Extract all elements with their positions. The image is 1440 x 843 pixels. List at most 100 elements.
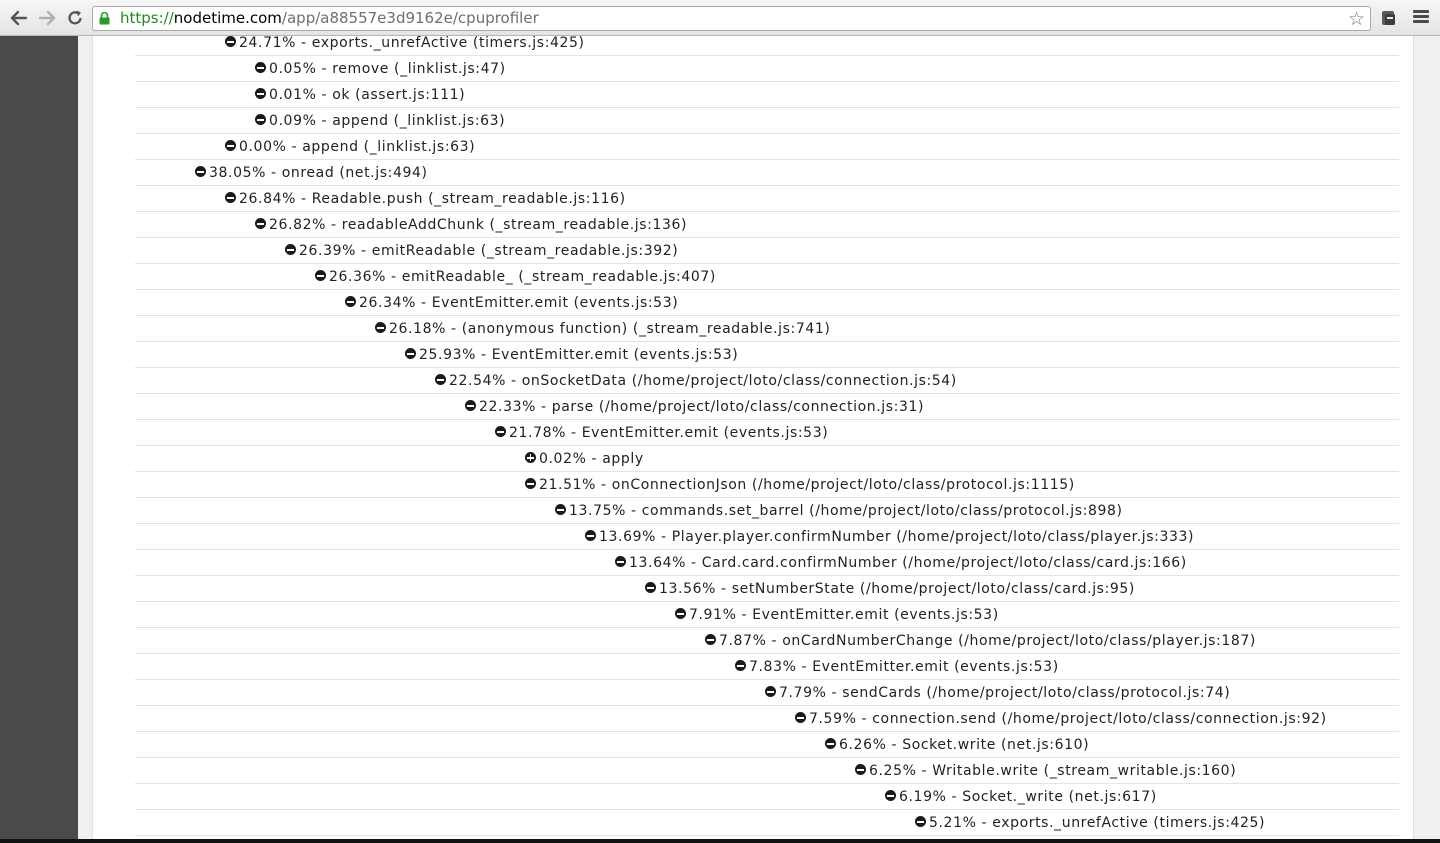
expand-toggle-icon[interactable] (525, 452, 536, 463)
tree-row: 7.79% - sendCards (/home/project/loto/cl… (135, 680, 1399, 706)
tree-row-label[interactable]: 13.56% - setNumberState (/home/project/l… (659, 580, 1135, 598)
tree-row-label[interactable]: 7.91% - EventEmitter.emit (events.js:53) (689, 606, 999, 624)
tree-row-label[interactable]: 38.05% - onread (net.js:494) (209, 164, 428, 182)
collapse-toggle-icon[interactable] (255, 88, 266, 99)
collapse-toggle-icon[interactable] (795, 712, 806, 723)
forward-arrow-icon[interactable] (36, 6, 58, 30)
url-scheme: https:// (120, 9, 174, 27)
tree-row: 6.19% - Socket._write (net.js:617) (135, 784, 1399, 810)
tree-row-label[interactable]: 24.71% - exports._unrefActive (timers.js… (239, 36, 585, 52)
collapse-toggle-icon[interactable] (255, 62, 266, 73)
back-arrow-icon[interactable] (8, 6, 30, 30)
collapse-toggle-icon[interactable] (195, 166, 206, 177)
tree-row-label[interactable]: 26.36% - emitReadable_ (_stream_readable… (329, 268, 716, 286)
collapse-toggle-icon[interactable] (315, 270, 326, 281)
tree-row: 25.93% - EventEmitter.emit (events.js:53… (135, 342, 1399, 368)
menu-icon[interactable] (1413, 10, 1429, 26)
tree-row-label[interactable]: 22.54% - onSocketData (/home/project/lot… (449, 372, 957, 390)
tree-row: 7.87% - onCardNumberChange (/home/projec… (135, 628, 1399, 654)
url-path: /app/a88557e3d9162e/cpuprofiler (281, 9, 539, 27)
collapse-toggle-icon[interactable] (705, 634, 716, 645)
tree-row-label[interactable]: 7.87% - onCardNumberChange (/home/projec… (719, 632, 1256, 650)
tree-row-label[interactable]: 26.84% - Readable.push (_stream_readable… (239, 190, 626, 208)
collapse-toggle-icon[interactable] (645, 582, 656, 593)
tree-row: 0.05% - remove (_linklist.js:47) (135, 56, 1399, 82)
cpu-profile-tree: 24.71% - exports._unrefActive (timers.js… (135, 36, 1399, 839)
tree-row-label[interactable]: 0.00% - append (_linklist.js:63) (239, 138, 475, 156)
tree-row: 21.78% - EventEmitter.emit (events.js:53… (135, 420, 1399, 446)
tree-row: 6.25% - Writable.write (_stream_writable… (135, 758, 1399, 784)
tree-row-label[interactable]: 26.18% - (anonymous function) (_stream_r… (389, 320, 830, 338)
address-bar[interactable]: https://nodetime.com/app/a88557e3d9162e/… (92, 6, 1371, 31)
collapse-toggle-icon[interactable] (525, 478, 536, 489)
collapse-toggle-icon[interactable] (225, 36, 236, 47)
tree-row: 6.26% - Socket.write (net.js:610) (135, 732, 1399, 758)
tree-row-label[interactable]: 7.59% - connection.send (/home/project/l… (809, 710, 1327, 728)
tree-row-label[interactable]: 26.82% - readableAddChunk (_stream_reada… (269, 216, 687, 234)
profiler-panel: 24.71% - exports._unrefActive (timers.js… (92, 36, 1414, 839)
collapse-toggle-icon[interactable] (225, 192, 236, 203)
tree-row-label[interactable]: 13.69% - Player.player.confirmNumber (/h… (599, 528, 1194, 546)
browser-window: https://nodetime.com/app/a88557e3d9162e/… (0, 0, 1440, 843)
tree-row: 26.84% - Readable.push (_stream_readable… (135, 186, 1399, 212)
collapse-toggle-icon[interactable] (345, 296, 356, 307)
tree-row-label[interactable]: 5.21% - exports._unrefActive (timers.js:… (929, 814, 1265, 832)
tree-row-label[interactable]: 7.79% - sendCards (/home/project/loto/cl… (779, 684, 1230, 702)
collapse-toggle-icon[interactable] (885, 790, 896, 801)
tree-row: 22.33% - parse (/home/project/loto/class… (135, 394, 1399, 420)
collapse-toggle-icon[interactable] (255, 114, 266, 125)
collapse-toggle-icon[interactable] (405, 348, 416, 359)
page-content: 24.71% - exports._unrefActive (timers.js… (78, 36, 1440, 839)
tree-row-label[interactable]: 13.75% - commands.set_barrel (/home/proj… (569, 502, 1123, 520)
tree-row: 26.39% - emitReadable (_stream_readable.… (135, 238, 1399, 264)
page-viewport[interactable]: 24.71% - exports._unrefActive (timers.js… (0, 36, 1440, 839)
tree-row-label[interactable]: 6.26% - Socket.write (net.js:610) (839, 736, 1089, 754)
tree-row: 7.59% - connection.send (/home/project/l… (135, 706, 1399, 732)
tree-row-label[interactable]: 0.09% - append (_linklist.js:63) (269, 112, 505, 130)
collapse-toggle-icon[interactable] (585, 530, 596, 541)
tree-row-label[interactable]: 26.39% - emitReadable (_stream_readable.… (299, 242, 678, 260)
reload-icon[interactable] (64, 6, 86, 30)
collapse-toggle-icon[interactable] (285, 244, 296, 255)
collapse-toggle-icon[interactable] (225, 140, 236, 151)
collapse-toggle-icon[interactable] (765, 686, 776, 697)
collapse-toggle-icon[interactable] (825, 738, 836, 749)
tree-row: 26.34% - EventEmitter.emit (events.js:53… (135, 290, 1399, 316)
collapse-toggle-icon[interactable] (255, 218, 266, 229)
tree-row-label[interactable]: 25.93% - EventEmitter.emit (events.js:53… (419, 346, 738, 364)
collapse-toggle-icon[interactable] (675, 608, 686, 619)
tree-row: 26.18% - (anonymous function) (_stream_r… (135, 316, 1399, 342)
collapse-toggle-icon[interactable] (855, 764, 866, 775)
collapse-toggle-icon[interactable] (915, 816, 926, 827)
tree-row: 7.91% - EventEmitter.emit (events.js:53) (135, 602, 1399, 628)
tree-row: 38.05% - onread (net.js:494) (135, 160, 1399, 186)
tree-row-label[interactable]: 6.19% - Socket._write (net.js:617) (899, 788, 1157, 806)
url-host: nodetime.com (173, 9, 282, 27)
tree-row: 21.51% - onConnectionJson (/home/project… (135, 472, 1399, 498)
tree-row-label[interactable]: 6.25% - Writable.write (_stream_writable… (869, 762, 1236, 780)
left-gutter (0, 36, 78, 839)
collapse-toggle-icon[interactable] (375, 322, 386, 333)
tree-row: 26.82% - readableAddChunk (_stream_reada… (135, 212, 1399, 238)
tree-row: 13.69% - Player.player.confirmNumber (/h… (135, 524, 1399, 550)
tree-row: 26.36% - emitReadable_ (_stream_readable… (135, 264, 1399, 290)
extension-icon[interactable] (1381, 9, 1397, 27)
tree-row-label[interactable]: 22.33% - parse (/home/project/loto/class… (479, 398, 924, 416)
tree-row-label[interactable]: 26.34% - EventEmitter.emit (events.js:53… (359, 294, 678, 312)
tree-row: 0.02% - apply (135, 446, 1399, 472)
collapse-toggle-icon[interactable] (495, 426, 506, 437)
collapse-toggle-icon[interactable] (615, 556, 626, 567)
tree-row-label[interactable]: 13.64% - Card.card.confirmNumber (/home/… (629, 554, 1187, 572)
tree-row-label[interactable]: 21.51% - onConnectionJson (/home/project… (539, 476, 1075, 494)
tree-row-label[interactable]: 0.01% - ok (assert.js:111) (269, 86, 465, 104)
star-icon[interactable]: ☆ (1348, 8, 1365, 30)
tree-row-label[interactable]: 0.05% - remove (_linklist.js:47) (269, 60, 506, 78)
collapse-toggle-icon[interactable] (435, 374, 446, 385)
collapse-toggle-icon[interactable] (465, 400, 476, 411)
tree-row-label[interactable]: 7.83% - EventEmitter.emit (events.js:53) (749, 658, 1059, 676)
tree-row: 13.64% - Card.card.confirmNumber (/home/… (135, 550, 1399, 576)
tree-row-label[interactable]: 21.78% - EventEmitter.emit (events.js:53… (509, 424, 828, 442)
collapse-toggle-icon[interactable] (735, 660, 746, 671)
tree-row-label[interactable]: 0.02% - apply (539, 450, 644, 468)
collapse-toggle-icon[interactable] (555, 504, 566, 515)
